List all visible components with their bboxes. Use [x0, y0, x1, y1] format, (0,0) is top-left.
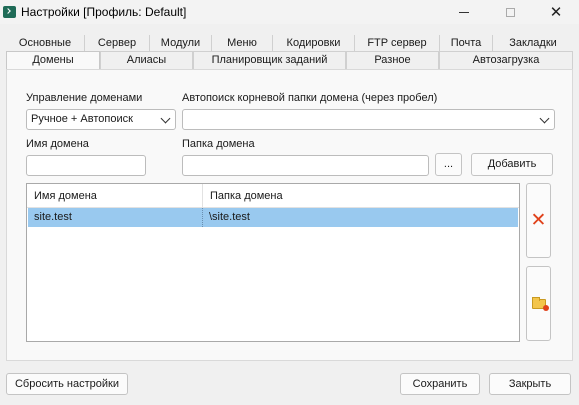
tab-row-2: Домены Алиасы Планировщик заданий Разное… — [6, 51, 573, 70]
row-domain-folder: \site.test — [202, 208, 518, 227]
domain-folder-input[interactable] — [182, 155, 429, 176]
table-header: Имя домена Папка домена — [27, 184, 519, 208]
folder-badge-icon — [542, 304, 549, 311]
minimize-button[interactable] — [441, 0, 487, 24]
tab-scheduler[interactable]: Планировщик заданий — [193, 51, 346, 69]
maximize-icon — [505, 7, 515, 17]
column-domain-folder[interactable]: Папка домена — [202, 184, 519, 208]
row-domain-name: site.test — [34, 211, 72, 223]
chevron-down-icon — [160, 113, 171, 124]
tab-misc[interactable]: Разное — [346, 51, 439, 69]
add-domain-button[interactable]: Добавить — [471, 153, 553, 176]
autosearch-combo[interactable] — [182, 109, 555, 130]
reset-settings-button[interactable]: Сбросить настройки — [6, 373, 128, 395]
browse-button[interactable]: ... — [435, 153, 462, 176]
folder-icon — [531, 296, 549, 311]
delete-domain-button[interactable]: ✕ — [526, 183, 551, 258]
title-bar: Настройки [Профиль: Default] ✕ — [0, 0, 579, 24]
domain-name-label: Имя домена — [26, 138, 89, 150]
save-button[interactable]: Сохранить — [400, 373, 480, 395]
open-folder-button[interactable] — [526, 266, 551, 341]
autosearch-label: Автопоиск корневой папки домена (через п… — [182, 92, 438, 104]
tab-aliases[interactable]: Алиасы — [100, 51, 193, 69]
delete-icon: ✕ — [530, 210, 547, 231]
domains-panel: Управление доменами Автопоиск корневой п… — [6, 69, 573, 361]
tab-autostart[interactable]: Автозагрузка — [439, 51, 573, 69]
close-window-button[interactable]: ✕ — [533, 0, 579, 24]
close-icon: ✕ — [549, 3, 563, 21]
table-row[interactable]: site.test \site.test — [28, 208, 518, 227]
domains-table[interactable]: Имя домена Папка домена site.test \site.… — [26, 183, 520, 342]
domain-folder-label: Папка домена — [182, 138, 255, 150]
window-title: Настройки [Профиль: Default] — [21, 5, 187, 19]
domain-name-input[interactable] — [26, 155, 146, 176]
maximize-button[interactable] — [487, 0, 533, 24]
management-value: Ручное + Автопоиск — [31, 113, 133, 125]
tab-domains[interactable]: Домены — [6, 51, 100, 70]
app-icon — [3, 6, 16, 18]
column-domain-name[interactable]: Имя домена — [27, 184, 202, 208]
chevron-down-icon — [539, 113, 550, 124]
minimize-icon — [459, 11, 469, 13]
close-button[interactable]: Закрыть — [489, 373, 571, 395]
management-select[interactable]: Ручное + Автопоиск — [26, 109, 176, 130]
management-label: Управление доменами — [26, 92, 143, 104]
